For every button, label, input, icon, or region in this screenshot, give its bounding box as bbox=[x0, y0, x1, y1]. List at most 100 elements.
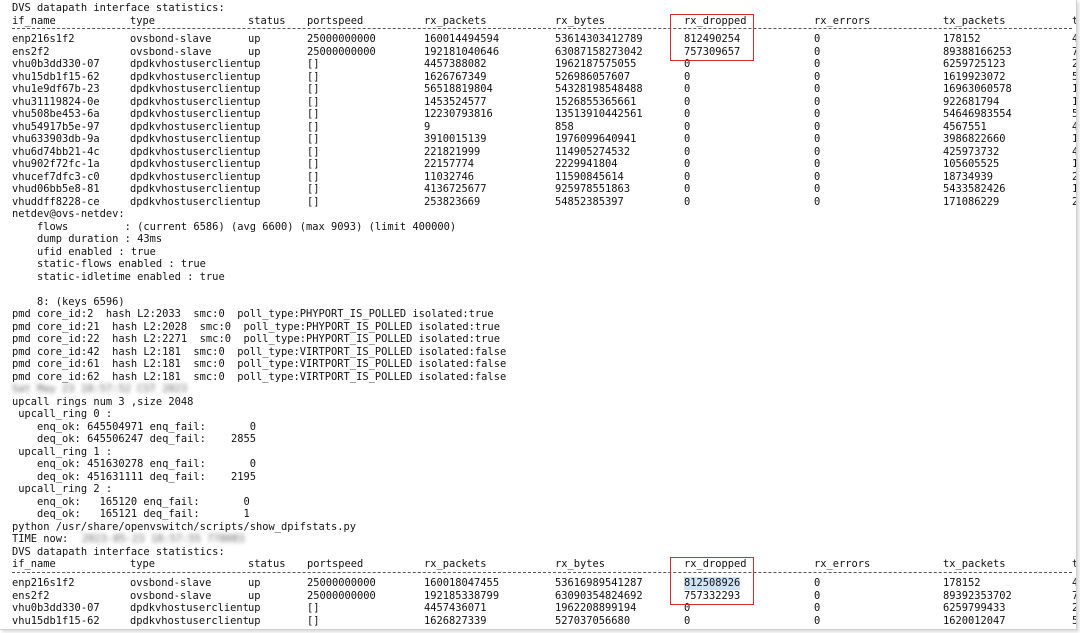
table-cell: 0 bbox=[684, 83, 691, 96]
table-cell: vhucef7dfc3-c0 bbox=[12, 170, 100, 183]
table-cell: vhu902f72fc-1a bbox=[12, 158, 100, 171]
table-cell: dpdkvhostuserclient bbox=[130, 158, 249, 171]
table-cell: 25000000000 bbox=[307, 577, 376, 589]
table-cell: [] bbox=[307, 133, 320, 146]
header-separator bbox=[12, 28, 1072, 29]
column-header: t bbox=[1072, 15, 1076, 28]
table-cell: up bbox=[248, 83, 261, 96]
table-cell: 5 bbox=[1072, 615, 1076, 628]
table-cell: 1526855365661 bbox=[555, 95, 637, 108]
table-cell: 0 bbox=[814, 614, 821, 627]
table-cell: ens2f2 bbox=[12, 589, 50, 602]
table-cell: vhu6d74bb21-4c bbox=[12, 145, 100, 158]
table-cell: 425973732 bbox=[943, 145, 1000, 158]
table-cell: 160018047455 bbox=[424, 577, 500, 589]
table-cell: [] bbox=[307, 120, 320, 133]
header-separator bbox=[12, 571, 1072, 573]
upcall-line: deq_ok: 451631111 deq_fail: 2195 bbox=[12, 470, 256, 483]
table-cell: dpdkvhostuserclient bbox=[130, 145, 249, 158]
table-cell: up bbox=[248, 589, 261, 602]
table-cell: 56518819804 bbox=[424, 83, 493, 96]
table-cell: dpdkvhostuserclient bbox=[130, 95, 249, 108]
table-cell: 16963060578 bbox=[943, 83, 1012, 96]
column-header: type bbox=[130, 14, 156, 27]
table-cell: 0 bbox=[814, 83, 821, 96]
table-cell: up bbox=[248, 602, 261, 614]
table-cell: 0 bbox=[684, 145, 691, 158]
table-cell: 0 bbox=[684, 195, 691, 208]
table-cell: ovsbond-slave bbox=[130, 45, 212, 58]
table-cell: vhu0b3dd330-07 bbox=[12, 58, 100, 71]
table-cell: [] bbox=[307, 83, 320, 96]
table-cell: [] bbox=[307, 95, 320, 108]
table-cell: [] bbox=[307, 614, 320, 627]
table-cell: 1 bbox=[1072, 183, 1076, 196]
table-cell: 1 bbox=[1072, 133, 1076, 146]
table-cell: 0 bbox=[814, 45, 821, 58]
table-cell: up bbox=[248, 45, 261, 58]
table-cell: vhu1e9df67b-23 bbox=[12, 83, 100, 96]
table-cell: up bbox=[248, 33, 261, 46]
table-cell: dpdkvhostuserclient bbox=[130, 195, 249, 208]
netdev-line: netdev@ovs-netdev: bbox=[12, 208, 125, 221]
table-cell: 527037056680 bbox=[555, 614, 631, 627]
table-cell: 4 bbox=[1072, 33, 1076, 46]
table-cell: [] bbox=[307, 108, 320, 121]
table-cell: vhu0b3dd330-07 bbox=[12, 602, 100, 614]
upcall-line: enq_ok: 451630278 enq_fail: 0 bbox=[12, 458, 256, 471]
column-header: portspeed bbox=[307, 14, 364, 27]
table-cell: [] bbox=[307, 602, 320, 614]
table-cell: 1 bbox=[1072, 96, 1076, 109]
table-cell: up bbox=[248, 133, 261, 146]
table-cell: ovsbond-slave bbox=[130, 33, 212, 46]
stats-title: DVS datapath interface statistics: bbox=[12, 2, 225, 14]
table-cell: 526986057607 bbox=[555, 70, 631, 83]
table-cell: up bbox=[248, 614, 261, 627]
table-cell: 6259725123 bbox=[943, 58, 1006, 71]
table-cell: 7 bbox=[1072, 590, 1076, 603]
table-cell: 25000000000 bbox=[307, 589, 376, 602]
column-header: t bbox=[1072, 558, 1076, 571]
table-cell: 54328198548488 bbox=[555, 83, 643, 96]
table-cell: 0 bbox=[814, 58, 821, 71]
upcall-line: upcall_ring 0 : bbox=[12, 408, 113, 421]
netdev-line: pmd core_id:22 hash L2:2271 smc:0 poll_t… bbox=[12, 333, 500, 346]
netdev-line: pmd core_id:61 hash L2:181 smc:0 poll_ty… bbox=[12, 358, 507, 371]
table-cell: vhu54917b5e-97 bbox=[12, 120, 100, 133]
table-cell: 171086229 bbox=[943, 195, 1000, 208]
table-cell: 105605525 bbox=[943, 158, 1000, 171]
table-cell: 1 bbox=[1072, 83, 1076, 96]
column-header: status bbox=[248, 14, 286, 27]
table-cell: 3910015139 bbox=[424, 133, 487, 146]
table-cell: 4 bbox=[1072, 121, 1076, 134]
table-cell: 5 bbox=[1072, 108, 1076, 121]
upcall-line: upcall_ring 1 : bbox=[12, 445, 113, 458]
column-header: status bbox=[248, 558, 286, 571]
table-cell: up bbox=[248, 158, 261, 171]
table-cell: 53616989541287 bbox=[555, 577, 643, 589]
terminal-screenshot: DVS datapath interface statistics: if_nam… bbox=[0, 0, 1077, 630]
redacted-timestamp: 2023-05-23 18:57:55 778083 bbox=[82, 533, 245, 546]
table-cell: 0 bbox=[814, 602, 821, 614]
upcall-line: upcall rings num 3 ,size 2048 bbox=[12, 395, 194, 408]
table-cell: 0 bbox=[684, 183, 691, 196]
netdev-line: pmd core_id:21 hash L2:2028 smc:0 poll_t… bbox=[12, 320, 500, 333]
table-cell: 9 bbox=[424, 120, 431, 133]
redacted-date: Sat May 23 18:57:52 CST 2023 bbox=[12, 383, 188, 396]
table-cell: enp216s1f2 bbox=[12, 33, 75, 46]
column-header: rx_packets bbox=[424, 14, 487, 27]
table-cell: enp216s1f2 bbox=[12, 577, 75, 589]
table-cell: 1620012047 bbox=[943, 614, 1006, 627]
table-cell: ovsbond-slave bbox=[130, 589, 212, 602]
table-cell: up bbox=[248, 108, 261, 121]
table-cell: ovsbond-slave bbox=[130, 577, 212, 589]
table-cell: vhu15db1f15-62 bbox=[12, 614, 100, 627]
table-cell: 5433582426 bbox=[943, 183, 1006, 196]
column-header: tx_packets bbox=[943, 14, 1006, 27]
table-cell: dpdkvhostuserclient bbox=[130, 183, 249, 196]
column-header: rx_packets bbox=[424, 558, 487, 571]
column-header: portspeed bbox=[307, 558, 364, 571]
table-cell: 0 bbox=[684, 95, 691, 108]
table-cell: dpdkvhostuserclient bbox=[130, 70, 249, 83]
table-cell: 2 bbox=[1072, 196, 1076, 209]
